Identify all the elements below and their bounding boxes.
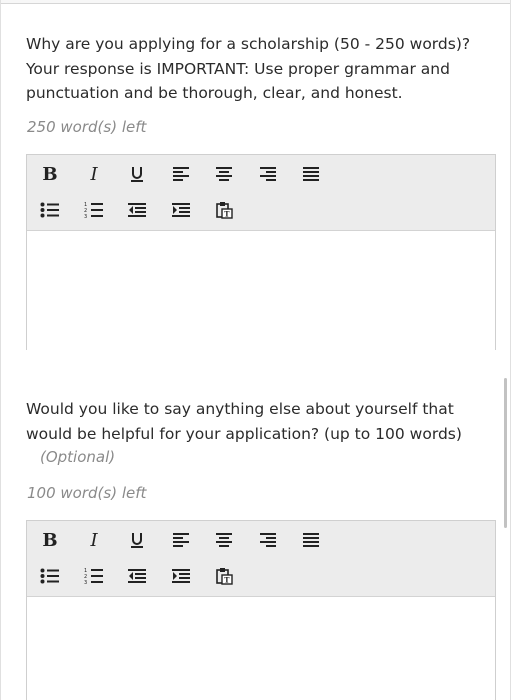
question-2-response-input[interactable]	[27, 597, 495, 700]
align-justify-icon	[303, 533, 319, 547]
underline-button[interactable]	[124, 527, 150, 553]
underline-icon	[131, 167, 143, 182]
rich-text-editor-1[interactable]: B I 123 T	[26, 154, 496, 351]
svg-text:T: T	[224, 576, 230, 585]
rich-text-editor-2[interactable]: B I 123 T	[26, 520, 496, 700]
numbered-list-icon: 123	[84, 568, 103, 585]
bold-button[interactable]: B	[37, 527, 63, 553]
editor-2-toolbar: B I 123 T	[27, 521, 495, 597]
question-1-word-counter: 250 word(s) left	[27, 118, 147, 136]
question-1-prompt: Why are you applying for a scholarship (…	[26, 35, 471, 102]
paste-text-button[interactable]: T	[211, 197, 237, 223]
question-2-prompt: Would you like to say anything else abou…	[26, 400, 462, 443]
question-2-word-counter: 100 word(s) left	[27, 484, 147, 502]
indent-icon	[172, 203, 190, 217]
svg-text:3: 3	[84, 214, 87, 219]
align-justify-button[interactable]	[298, 527, 324, 553]
window-top-edge	[0, 0, 511, 4]
align-center-icon	[216, 533, 232, 547]
svg-text:3: 3	[84, 580, 87, 585]
svg-text:T: T	[224, 210, 230, 219]
underline-button[interactable]	[124, 161, 150, 187]
align-left-icon	[173, 533, 189, 547]
numbered-list-button[interactable]: 123	[81, 563, 107, 589]
bulleted-list-icon	[40, 202, 59, 218]
align-left-icon	[173, 167, 189, 181]
paste-text-button[interactable]: T	[211, 563, 237, 589]
scrollbar-thumb[interactable]	[504, 378, 507, 528]
bulleted-list-icon	[40, 568, 59, 584]
bulleted-list-button[interactable]	[37, 563, 63, 589]
paste-text-icon: T	[216, 568, 233, 585]
indent-button[interactable]	[168, 197, 194, 223]
align-center-button[interactable]	[211, 161, 237, 187]
italic-icon: I	[90, 529, 98, 551]
align-justify-icon	[303, 167, 319, 181]
indent-icon	[172, 569, 190, 583]
outdent-button[interactable]	[124, 197, 150, 223]
bold-button[interactable]: B	[37, 161, 63, 187]
underline-icon	[131, 533, 143, 548]
outdent-button[interactable]	[124, 563, 150, 589]
align-left-button[interactable]	[168, 527, 194, 553]
outdent-icon	[128, 203, 146, 217]
bold-icon: B	[42, 163, 58, 185]
numbered-list-button[interactable]: 123	[81, 197, 107, 223]
bulleted-list-button[interactable]	[37, 197, 63, 223]
align-right-button[interactable]	[255, 161, 281, 187]
window-left-edge	[0, 0, 1, 700]
align-center-button[interactable]	[211, 527, 237, 553]
align-right-icon	[260, 533, 276, 547]
outdent-icon	[128, 569, 146, 583]
align-left-button[interactable]	[168, 161, 194, 187]
align-justify-button[interactable]	[298, 161, 324, 187]
question-2-optional-label: (Optional)	[40, 448, 116, 466]
editor-1-toolbar: B I 123 T	[27, 155, 495, 231]
italic-button[interactable]: I	[81, 161, 107, 187]
bold-icon: B	[42, 529, 58, 551]
align-right-icon	[260, 167, 276, 181]
indent-button[interactable]	[168, 563, 194, 589]
question-1-response-input[interactable]	[27, 231, 495, 351]
align-center-icon	[216, 167, 232, 181]
align-right-button[interactable]	[255, 527, 281, 553]
paste-text-icon: T	[216, 202, 233, 219]
italic-button[interactable]: I	[81, 527, 107, 553]
numbered-list-icon: 123	[84, 202, 103, 219]
italic-icon: I	[90, 163, 98, 185]
